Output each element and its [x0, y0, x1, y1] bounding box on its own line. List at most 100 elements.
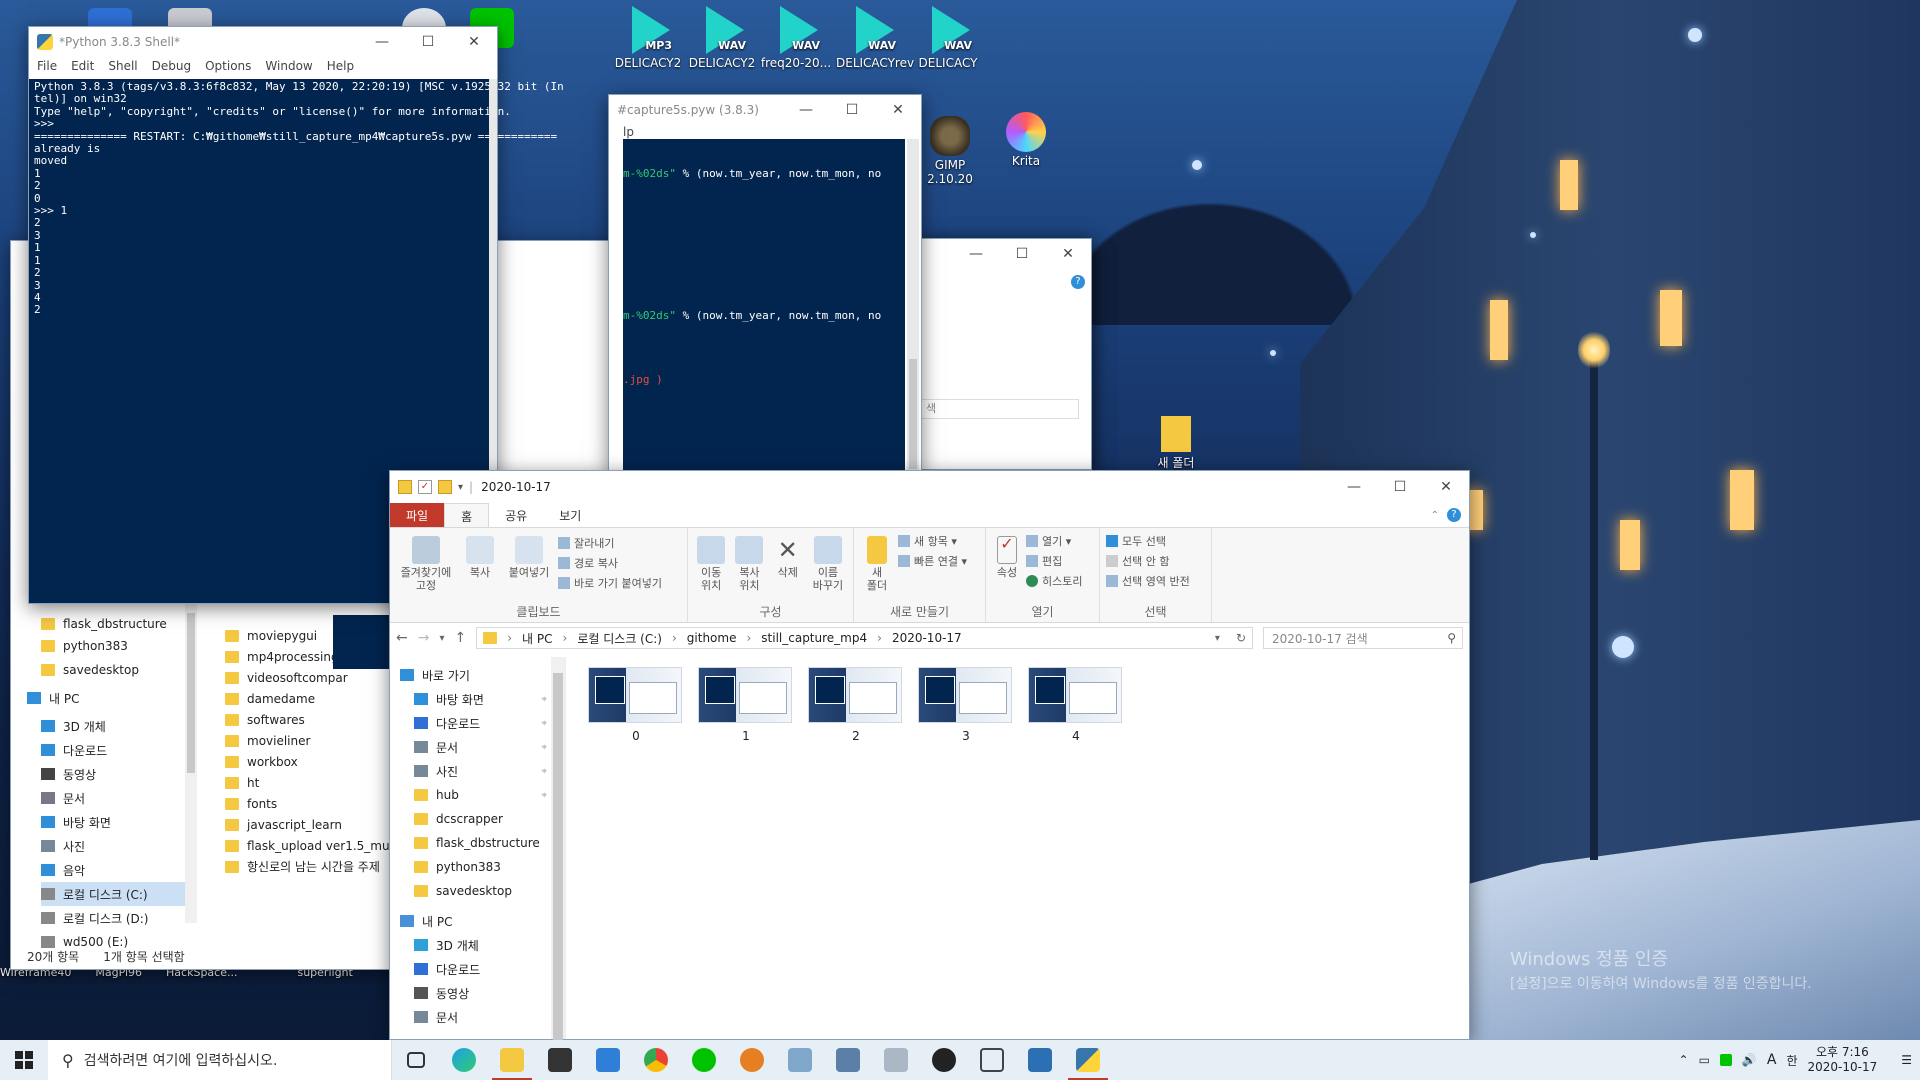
- minimize-button[interactable]: —: [783, 95, 829, 125]
- nav-item[interactable]: 문서 ⌖: [390, 735, 565, 759]
- breadcrumb-item[interactable]: 로컬 디스크 (C:): [577, 630, 662, 647]
- file-explorer-window[interactable]: ✓ ▾ | 2020-10-17 — ☐ ✕ 파일 홈 공유 보기 ⌃ ? 즐겨…: [389, 470, 1470, 1053]
- list-item[interactable]: 음악: [41, 858, 197, 882]
- list-item[interactable]: 로컬 디스크 (D:): [41, 906, 197, 930]
- menu-debug[interactable]: Debug: [152, 59, 191, 75]
- line-button[interactable]: [680, 1040, 728, 1080]
- customize-dropdown-icon[interactable]: ▾: [458, 482, 463, 493]
- nav-item[interactable]: 3D 개체: [390, 933, 565, 957]
- list-item[interactable]: damedame: [225, 688, 412, 709]
- app-button[interactable]: [920, 1040, 968, 1080]
- start-button[interactable]: [0, 1040, 48, 1080]
- ime-language[interactable]: 한: [1786, 1052, 1797, 1069]
- desktop-icon-gimp[interactable]: GIMP 2.10.20: [914, 116, 986, 186]
- new-item-button[interactable]: 새 항목 ▾: [898, 532, 967, 552]
- line-tray-icon[interactable]: [1719, 1054, 1732, 1066]
- list-item[interactable]: 로컬 디스크 (C:): [41, 882, 197, 906]
- desktop-icon-krita[interactable]: Krita: [990, 112, 1062, 168]
- background-small-explorer[interactable]: — ☐ ✕ ? 색: [920, 238, 1092, 470]
- idle-editor-window[interactable]: #capture5s.pyw (3.8.3) — ☐ ✕ lp m-%02ds"…: [608, 94, 922, 474]
- scrollbar[interactable]: [907, 139, 919, 473]
- search-input[interactable]: 2020-10-17 검색 ⚲: [1263, 627, 1463, 649]
- back-button[interactable]: ←: [396, 630, 408, 646]
- list-item[interactable]: 3D 개체: [41, 714, 197, 738]
- recent-dropdown-icon[interactable]: ▾: [439, 633, 444, 644]
- mail-button[interactable]: [584, 1040, 632, 1080]
- list-item[interactable]: ht: [225, 772, 412, 793]
- close-button[interactable]: ✕: [1423, 472, 1469, 502]
- cut-button[interactable]: 잘라내기: [558, 534, 662, 554]
- open-button[interactable]: 열기 ▾: [1026, 532, 1082, 552]
- desktop-icon-delicacyrev-wav[interactable]: WAV DELICACYrev: [836, 6, 914, 70]
- nav-item[interactable]: 문서: [390, 1005, 565, 1029]
- select-all-button[interactable]: 모두 선택: [1106, 532, 1190, 552]
- minimize-button[interactable]: —: [359, 27, 405, 57]
- menu-shell[interactable]: Shell: [108, 59, 137, 75]
- taskbar-search[interactable]: ⚲ 검색하려면 여기에 입력하십시오.: [48, 1040, 392, 1080]
- task-view-button[interactable]: [392, 1040, 440, 1080]
- desktop-icon-delicacy2-wav[interactable]: WAV DELICACY2: [686, 6, 758, 70]
- list-item[interactable]: 사진: [41, 834, 197, 858]
- list-item[interactable]: javascript_learn: [225, 814, 412, 835]
- tab-share[interactable]: 공유: [489, 503, 543, 527]
- up-button[interactable]: ↑: [455, 630, 467, 646]
- menu-window[interactable]: Window: [265, 59, 312, 75]
- nav-item[interactable]: 다운로드: [390, 957, 565, 981]
- breadcrumb-item[interactable]: 2020-10-17: [892, 631, 962, 645]
- tab-view[interactable]: 보기: [543, 503, 597, 527]
- breadcrumb-item[interactable]: 내 PC: [522, 630, 552, 647]
- properties-icon[interactable]: ✓: [418, 480, 432, 494]
- file-item[interactable]: 2: [808, 667, 904, 743]
- new-folder-icon[interactable]: [438, 480, 452, 494]
- list-item[interactable]: workbox: [225, 751, 412, 772]
- nav-item[interactable]: dcscrapper: [390, 807, 565, 831]
- list-item[interactable]: 동영상: [41, 762, 197, 786]
- tray-overflow-icon[interactable]: ⌃: [1679, 1053, 1689, 1067]
- desktop-icon-delicacy-wav[interactable]: WAV DELICACY: [912, 6, 984, 70]
- select-none-button[interactable]: 선택 안 함: [1106, 552, 1190, 572]
- paste-shortcut-button[interactable]: 바로 가기 붙여넣기: [558, 574, 662, 594]
- nav-item[interactable]: 바로 가기: [390, 663, 565, 687]
- list-item[interactable]: 문서: [41, 786, 197, 810]
- search-app-button[interactable]: [728, 1040, 776, 1080]
- list-item[interactable]: 항신로의 남는 시간을 주제: [225, 856, 412, 877]
- breadcrumb[interactable]: › 내 PC › 로컬 디스크 (C:) › githome › still_captu…: [476, 627, 1253, 649]
- maximize-button[interactable]: ☐: [829, 95, 875, 125]
- store-button[interactable]: [536, 1040, 584, 1080]
- app-button[interactable]: [1016, 1040, 1064, 1080]
- close-button[interactable]: ✕: [451, 27, 497, 57]
- maximize-button[interactable]: ☐: [405, 27, 451, 57]
- history-button[interactable]: 히스토리: [1026, 572, 1082, 592]
- tab-home[interactable]: 홈: [444, 503, 490, 527]
- nav-item[interactable]: 사진 ⌖: [390, 759, 565, 783]
- list-item[interactable]: flask_dbstructure: [41, 613, 197, 634]
- file-item[interactable]: 3: [918, 667, 1014, 743]
- maximize-button[interactable]: ☐: [1377, 472, 1423, 502]
- file-explorer-button[interactable]: [488, 1040, 536, 1080]
- close-button[interactable]: ✕: [1045, 239, 1091, 269]
- nav-item[interactable]: 동영상: [390, 981, 565, 1005]
- pin-icon[interactable]: ⌖: [541, 694, 547, 705]
- nav-item[interactable]: 다운로드 ⌖: [390, 711, 565, 735]
- list-item[interactable]: savedesktop: [41, 658, 197, 682]
- search-input[interactable]: 색: [921, 399, 1079, 419]
- nav-item[interactable]: flask_dbstructure: [390, 831, 565, 855]
- desktop-icon-delicacy2-mp3[interactable]: MP3 DELICACY2: [612, 6, 684, 70]
- scrollbar[interactable]: [185, 603, 197, 923]
- nav-item[interactable]: hub ⌖: [390, 783, 565, 807]
- ime-mode[interactable]: A: [1767, 1052, 1777, 1068]
- app-button[interactable]: [776, 1040, 824, 1080]
- edge-button[interactable]: [440, 1040, 488, 1080]
- easy-access-button[interactable]: 빠른 연결 ▾: [898, 552, 967, 572]
- pin-icon[interactable]: ⌖: [541, 742, 547, 753]
- invert-selection-button[interactable]: 선택 영역 반전: [1106, 572, 1190, 592]
- refresh-icon[interactable]: ↻: [1230, 631, 1252, 645]
- forward-button[interactable]: →: [418, 630, 430, 646]
- nav-item[interactable]: 내 PC: [390, 909, 565, 933]
- file-item[interactable]: 0: [588, 667, 684, 743]
- list-item[interactable]: 다운로드: [41, 738, 197, 762]
- usb-icon[interactable]: ▭: [1699, 1053, 1710, 1067]
- collapse-ribbon-icon[interactable]: ⌃: [1431, 510, 1439, 521]
- list-item[interactable]: movieliner: [225, 730, 412, 751]
- app-button[interactable]: [968, 1040, 1016, 1080]
